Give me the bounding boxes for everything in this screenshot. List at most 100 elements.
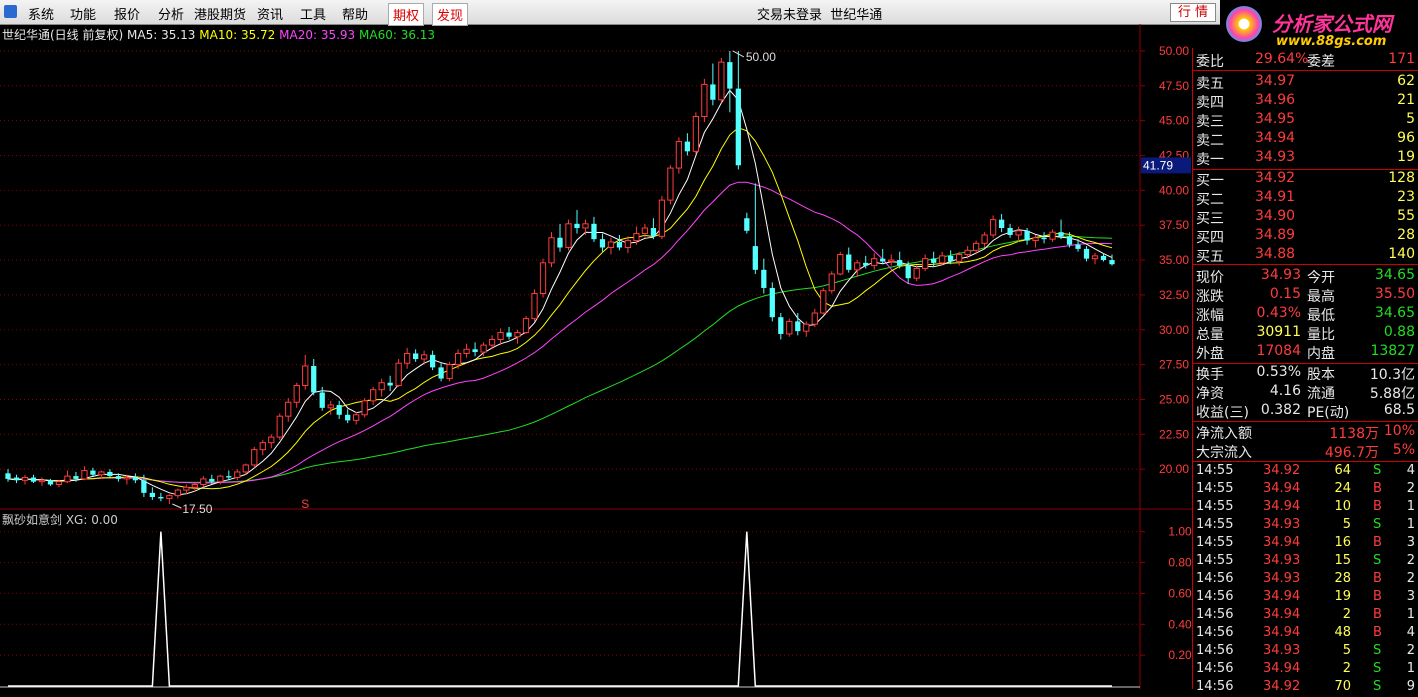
candle-body-down	[574, 223, 580, 228]
ma60-line	[7, 235, 1113, 483]
menu-options[interactable]: 期权	[388, 3, 425, 26]
kline-chart[interactable]: 50.0047.5045.0042.5040.0037.5035.0032.50…	[0, 24, 1192, 689]
menu-help[interactable]: 帮助	[338, 3, 372, 24]
candle-body-down	[863, 262, 869, 266]
quote-label: 现价	[1196, 270, 1224, 286]
tick-time: 14:56	[1196, 643, 1234, 658]
fundamentals-row: 换手 0.53% 股本 10.3亿	[1193, 364, 1418, 383]
candle-body-down	[948, 255, 954, 262]
candle-body-up	[539, 262, 547, 295]
candle-body-up	[981, 234, 988, 244]
tick-price: 34.94	[1263, 499, 1301, 514]
flow-label: 净流入额	[1196, 426, 1252, 442]
fundamentals-label: 流通	[1307, 386, 1335, 402]
candle-body-down	[438, 367, 444, 379]
tick-time: 14:56	[1196, 589, 1234, 604]
candle-body-up	[1091, 255, 1099, 260]
candle-body-up	[718, 61, 725, 101]
candle-body-up	[820, 290, 827, 314]
candle-body-down	[769, 287, 775, 318]
candle-body-down	[795, 321, 801, 332]
ask-volume: 19	[1397, 149, 1415, 165]
quote-button[interactable]: 行 情	[1170, 3, 1216, 22]
ask-price: 34.94	[1255, 130, 1296, 146]
candle-body-down	[429, 354, 436, 368]
menu-quote[interactable]: 报价	[110, 3, 144, 24]
menu-analysis[interactable]: 分析	[154, 3, 188, 24]
bid-price: 34.92	[1255, 170, 1296, 186]
candle-body-up	[174, 489, 181, 497]
weibi-row: 委比 29.64% 委差 171	[1193, 51, 1418, 70]
tick-count: 1	[1406, 517, 1415, 532]
flow-label: 大宗流入	[1196, 445, 1252, 461]
ask-label: 卖二	[1196, 133, 1224, 149]
bid-price: 34.90	[1255, 208, 1296, 224]
candle-body-up	[420, 354, 428, 360]
candle-body-up	[531, 293, 538, 320]
menu-hk-futures[interactable]: 港股期货	[190, 3, 250, 24]
flow-percent: 10%	[1383, 423, 1415, 439]
tick-volume: 5	[1342, 517, 1351, 532]
menu-tools[interactable]: 工具	[296, 3, 330, 24]
quote-row: 涨幅 0.43% 最低 34.65	[1193, 305, 1418, 324]
flow-row: 大宗流入 496.7万 5%	[1193, 442, 1418, 461]
fundamentals-value: 5.88亿	[1369, 386, 1415, 402]
chart-title-label: 世纪华通(日线 前复权)	[2, 28, 124, 42]
candle-body-down	[5, 473, 11, 479]
quote-row: 现价 34.93 今开 34.65	[1193, 267, 1418, 286]
tick-price: 34.93	[1263, 643, 1301, 658]
menu-system[interactable]: 系统	[24, 3, 58, 24]
menu-function[interactable]: 功能	[66, 3, 100, 24]
tick-price: 34.94	[1263, 589, 1301, 604]
tick-side: B	[1373, 499, 1382, 514]
indicator-title: 飘砂如意剑 XG: 0.00	[2, 513, 118, 527]
divider	[1193, 461, 1418, 462]
candle-body-up	[302, 365, 309, 387]
tick-row: 14:55 34.93 15 S 2	[1193, 553, 1418, 571]
tick-count: 2	[1406, 643, 1415, 658]
candle-body-down	[506, 332, 512, 337]
candle-body-up	[259, 442, 266, 451]
bid-price: 34.89	[1255, 227, 1296, 243]
xg-signal-line	[8, 531, 1112, 687]
candle-body-up	[658, 199, 666, 237]
candle-body-up	[828, 273, 835, 292]
y-tick-label: 27.50	[1159, 358, 1189, 372]
menu-discover[interactable]: 发现	[432, 3, 469, 26]
candle-body-down	[650, 228, 657, 237]
candle-body-down	[1058, 232, 1064, 237]
candle-body-down	[998, 219, 1005, 228]
candle-body-down	[13, 477, 20, 481]
tick-row: 14:56 34.94 2 B 1	[1193, 607, 1418, 625]
tick-row: 14:56 34.94 2 S 1	[1193, 661, 1418, 679]
fundamentals-value: 68.5	[1383, 402, 1415, 418]
candle-body-down	[336, 405, 342, 415]
candle-body-up	[956, 253, 963, 262]
tick-side: B	[1373, 481, 1382, 496]
tick-volume: 70	[1334, 679, 1351, 694]
menu-news[interactable]: 资讯	[253, 3, 287, 24]
bid-volume: 28	[1397, 227, 1415, 243]
candle-body-down	[1007, 228, 1013, 235]
tick-side: S	[1373, 463, 1382, 478]
candle-body-up	[565, 223, 572, 249]
current-price-label: 41.79	[1143, 158, 1173, 172]
candle-body-up	[811, 312, 818, 325]
quote-value: 34.65	[1374, 267, 1415, 283]
tick-row: 14:55 34.94 10 B 1	[1193, 499, 1418, 517]
tick-time: 14:56	[1196, 571, 1234, 586]
candle-body-up	[200, 478, 207, 485]
quote-value: 35.50	[1374, 286, 1415, 302]
candle-body-down	[727, 62, 733, 89]
fundamentals-value: 10.3亿	[1369, 367, 1415, 383]
tick-price: 34.92	[1263, 463, 1301, 478]
quote-value: 34.65	[1374, 305, 1415, 321]
candle-body-down	[761, 269, 767, 288]
tick-count: 2	[1406, 571, 1415, 586]
fundamentals-value: 0.382	[1260, 402, 1301, 418]
bid-row: 买一 34.92 128	[1193, 170, 1418, 189]
candle-body-up	[1032, 237, 1039, 242]
quote-label: 涨跌	[1196, 289, 1224, 305]
ask-volume: 5	[1406, 111, 1415, 127]
ask-volume: 96	[1397, 130, 1415, 146]
